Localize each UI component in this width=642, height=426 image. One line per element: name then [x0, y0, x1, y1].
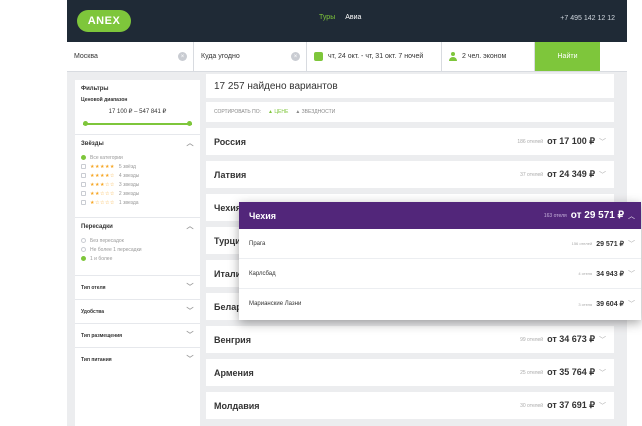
sort-by-stars[interactable]: ▲ ЗВЕЗДНОСТИ — [295, 109, 335, 115]
to-field[interactable]: Куда угодно × — [194, 42, 307, 71]
results-count: 17 257 найдено вариантов — [206, 74, 614, 98]
filter-meals[interactable]: Тип питания ﹀ — [75, 347, 200, 371]
popup-country-header[interactable]: Чехия 163 отеля от 29 571 ₽ ︿ — [239, 202, 641, 229]
clear-to-icon[interactable]: × — [291, 52, 300, 61]
person-icon — [449, 52, 457, 61]
from-field[interactable]: Москва × — [67, 42, 194, 71]
checkbox[interactable] — [81, 182, 86, 187]
top-nav: Туры Авиа — [319, 14, 361, 21]
price-slider-max-handle[interactable] — [187, 121, 192, 126]
filter-amenities[interactable]: Удобства ﹀ — [75, 299, 200, 323]
dates-value: чт, 24 окт. - чт, 31 окт. 7 ночей — [328, 53, 424, 60]
country-row[interactable]: Армения 25 отелей от 35 764 ₽ ﹀ — [206, 359, 614, 386]
country-row[interactable]: Россия 186 отелей от 17 100 ₽ ﹀ — [206, 128, 614, 155]
search-button[interactable]: Найти — [535, 42, 600, 71]
sort-by-price[interactable]: ▲ ЦЕНЕ — [268, 109, 288, 115]
radio[interactable] — [81, 247, 86, 252]
chevron-up-icon[interactable]: ︿ — [628, 211, 635, 221]
chevron-up-icon[interactable]: ︿ — [186, 140, 194, 147]
city-row[interactable]: Карлсбад 4 отеля 34 943 ₽ ﹀ — [239, 259, 641, 289]
chevron-down-icon[interactable]: ﹀ — [628, 239, 635, 249]
filters-sidebar: Фильтры Ценовой диапазон 17 100 ₽ – 547 … — [75, 80, 200, 426]
chevron-down-icon[interactable]: ﹀ — [599, 368, 606, 378]
stars-option-4[interactable]: ★★★★☆ 4 звезды — [81, 171, 194, 180]
chevron-down-icon[interactable]: ﹀ — [599, 401, 606, 411]
chevron-down-icon[interactable]: ﹀ — [186, 308, 194, 315]
popup-hotels-count: 163 отеля — [543, 212, 567, 219]
city-row[interactable]: Марианские Лазни 3 отеля 39 604 ₽ ﹀ — [239, 289, 641, 319]
chevron-down-icon[interactable]: ﹀ — [599, 137, 606, 147]
chevron-down-icon[interactable]: ﹀ — [628, 299, 635, 309]
guests-value: 2 чел. эконом — [462, 53, 507, 60]
radio[interactable] — [81, 256, 86, 261]
transfer-option-max1[interactable]: Не более 1 пересадки — [81, 245, 194, 254]
to-placeholder: Куда угодно — [201, 53, 240, 60]
country-row[interactable]: Молдавия 30 отелей от 37 691 ₽ ﹀ — [206, 392, 614, 419]
price-range-value: 17 100 ₽ – 547 841 ₽ — [108, 109, 167, 115]
search-bar: Москва × Куда угодно × чт, 24 окт. - чт,… — [67, 42, 627, 72]
country-expanded-popup: Чехия 163 отеля от 29 571 ₽ ︿ Прага 156 … — [239, 202, 641, 320]
stars-option-5[interactable]: ★★★★★ 5 звёзд — [81, 162, 194, 171]
chevron-down-icon[interactable]: ﹀ — [186, 332, 194, 339]
radio[interactable] — [81, 238, 86, 243]
transfer-option-1plus[interactable]: 1 и более — [81, 254, 194, 263]
chevron-down-icon[interactable]: ﹀ — [599, 170, 606, 180]
popup-price: от 29 571 ₽ — [570, 210, 624, 221]
chevron-down-icon[interactable]: ﹀ — [186, 356, 194, 363]
country-row[interactable]: Венгрия 99 отелей от 34 673 ₽ ﹀ — [206, 326, 614, 353]
clear-from-icon[interactable]: × — [178, 52, 187, 61]
from-value: Москва — [74, 53, 98, 60]
country-row[interactable]: Латвия 37 отелей от 24 349 ₽ ﹀ — [206, 161, 614, 188]
nav-tours[interactable]: Туры — [319, 14, 335, 21]
top-bar: ANEX Туры Авиа +7 495 142 12 12 — [67, 0, 627, 42]
stars-filter-title: Звёзды — [81, 141, 104, 147]
price-title: Ценовой диапазон — [81, 97, 128, 103]
checkbox[interactable] — [81, 191, 86, 196]
stars-option-3[interactable]: ★★★☆☆ 3 звезды — [81, 180, 194, 189]
checkbox[interactable] — [81, 164, 86, 169]
price-slider-track — [83, 123, 192, 125]
stars-option-2[interactable]: ★★☆☆☆ 2 звезды — [81, 189, 194, 198]
stars-option-all[interactable]: Все категории — [81, 153, 194, 162]
price-slider[interactable] — [83, 120, 192, 128]
phone-number[interactable]: +7 495 142 12 12 — [560, 15, 615, 22]
chevron-down-icon[interactable]: ﹀ — [186, 284, 194, 291]
sort-label: СОРТИРОВАТЬ ПО: — [214, 109, 261, 115]
popup-country-name: Чехия — [249, 210, 276, 221]
calendar-icon — [314, 52, 323, 61]
checkbox[interactable] — [81, 155, 86, 160]
chevron-up-icon[interactable]: ︿ — [186, 223, 194, 230]
logo[interactable]: ANEX — [77, 10, 131, 32]
sort-bar: СОРТИРОВАТЬ ПО: ▲ ЦЕНЕ ▲ ЗВЕЗДНОСТИ — [206, 102, 614, 122]
city-row[interactable]: Прага 156 отелей 29 571 ₽ ﹀ — [239, 229, 641, 259]
price-slider-min-handle[interactable] — [83, 121, 88, 126]
filter-hotel-type[interactable]: Тип отеля ﹀ — [75, 275, 200, 299]
guests-field[interactable]: 2 чел. эконом — [442, 42, 535, 71]
filter-accommodation[interactable]: Тип размещения ﹀ — [75, 323, 200, 347]
stars-option-1[interactable]: ★☆☆☆☆ 1 звезда — [81, 198, 194, 207]
transfers-filter-header[interactable]: Пересадки ︿ — [81, 223, 194, 230]
chevron-down-icon[interactable]: ﹀ — [628, 269, 635, 279]
transfer-option-none[interactable]: Без пересадок — [81, 236, 194, 245]
transfers-filter-title: Пересадки — [81, 224, 113, 230]
stars-filter-header[interactable]: Звёзды ︿ — [81, 140, 194, 147]
filters-title: Фильтры — [81, 86, 109, 92]
checkbox[interactable] — [81, 200, 86, 205]
chevron-down-icon[interactable]: ﹀ — [599, 335, 606, 345]
nav-avia[interactable]: Авиа — [345, 14, 361, 21]
dates-field[interactable]: чт, 24 окт. - чт, 31 окт. 7 ночей — [307, 42, 442, 71]
checkbox[interactable] — [81, 173, 86, 178]
